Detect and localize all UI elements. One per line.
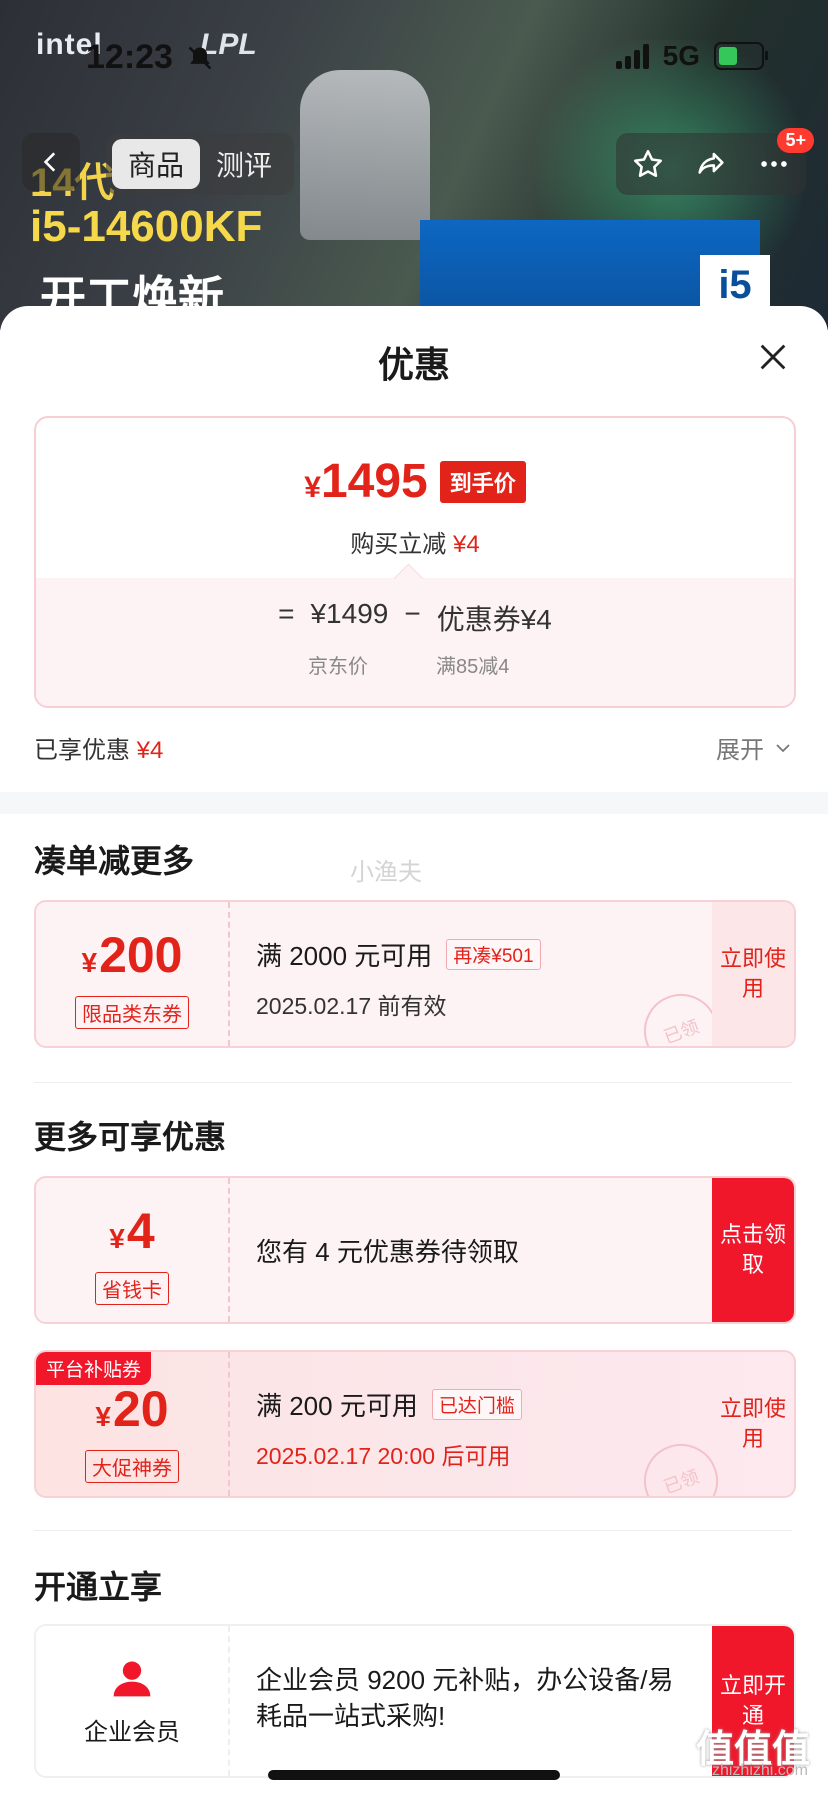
back-icon (43, 152, 56, 172)
discount-sheet: 优惠 ¥1495 到手价 购买立减 ¥4 = ¥1499 − 优惠券¥4 京东价… (0, 306, 828, 1796)
formula-minus: − (404, 598, 421, 629)
expand-button[interactable]: 展开 (716, 730, 792, 765)
coupon-amount: ¥200 (81, 927, 183, 983)
tab-product[interactable]: 商品 (112, 139, 201, 189)
status-indicators: 5G (615, 40, 768, 72)
instant-discount-amount: ¥4 (452, 531, 480, 558)
notification-badge: 5+ (777, 128, 814, 153)
enjoyed-label: 已享优惠 (34, 737, 130, 764)
instant-discount-label: 购买立减 (350, 531, 447, 558)
chevron-down-icon (776, 743, 790, 752)
currency-symbol: ¥ (304, 471, 321, 504)
coupon-condition: 满 2000 元可用 (256, 941, 433, 971)
coupon-pending-text: 您有 4 元优惠券待领取 (256, 1237, 519, 1267)
price-breakdown-card: ¥1495 到手价 购买立减 ¥4 = ¥1499 − 优惠券¥4 京东价 满8… (34, 416, 796, 708)
enjoyed-amount: ¥4 (136, 737, 164, 764)
nav-tabs: 商品 测评 (106, 133, 295, 195)
promo-model: i5-14600KF (30, 202, 263, 251)
platform-subsidy-tag: 平台补贴券 (36, 1352, 152, 1385)
final-price: ¥1495 (304, 454, 427, 509)
jd-price: ¥1499 (310, 598, 389, 629)
formula-equals: = (278, 598, 295, 629)
divider (34, 1530, 792, 1531)
site-url: zhizhizhi.com (711, 1762, 808, 1779)
final-price-value: 1495 (320, 455, 428, 508)
coupon-extra-tag: 已达门槛 (431, 1389, 522, 1420)
status-time: 12:23 (86, 38, 173, 76)
share-button[interactable] (689, 142, 733, 186)
coupon-kind: 限品类东券 (75, 996, 189, 1029)
final-price-tag: 到手价 (439, 460, 526, 503)
share-icon (698, 152, 724, 174)
coupon-kind: 大促神券 (85, 1450, 179, 1483)
close-icon[interactable] (756, 340, 790, 374)
coupon-condition: 满 200 元可用 (256, 1391, 418, 1421)
section-title-more: 凑单减更多 (34, 843, 195, 879)
coupon-kind: 省钱卡 (95, 1272, 169, 1305)
coupon-extra-tag: 再凑¥501 (446, 939, 541, 970)
coupon-amount: ¥20 (95, 1381, 169, 1437)
enjoyed-discount: 已享优惠 ¥4 (34, 730, 163, 765)
tab-review[interactable]: 测评 (200, 139, 288, 189)
favorite-button[interactable] (626, 142, 670, 186)
coupon-amount: ¥4 (109, 1203, 155, 1259)
home-indicator[interactable] (268, 1770, 560, 1780)
enterprise-member-card: 企业会员 企业会员 9200 元补贴，办公设备/易耗品一站式采购! 立即开通 (34, 1624, 796, 1778)
trophy-image (300, 70, 430, 240)
divider (34, 1082, 792, 1083)
coupon-platform-subsidy: 平台补贴券 ¥20 大促神券 满 200 元可用 已达门槛 2025.02.17… (34, 1350, 796, 1498)
network-type: 5G (662, 40, 700, 71)
battery-icon (714, 42, 768, 70)
section-title-open: 开通立享 (34, 1569, 163, 1605)
price-formula: = ¥1499 − 优惠券¥4 (36, 598, 794, 638)
jd-price-label: 京东价 (308, 656, 368, 678)
bell-slash-icon (188, 46, 212, 70)
member-description: 企业会员 9200 元补贴，办公设备/易耗品一站式采购! (256, 1665, 674, 1731)
sheet-title: 优惠 (377, 344, 450, 385)
coupon-validity: 2025.02.17 前有效 (256, 993, 447, 1019)
coupon-savings-card: ¥4 省钱卡 您有 4 元优惠券待领取 点击领取 (34, 1176, 796, 1324)
back-button[interactable] (22, 133, 80, 191)
watermark: 小渔夫 (350, 859, 422, 886)
coupon-jd-category: ¥200 限品类东券 满 2000 元可用 再凑¥501 2025.02.17 … (34, 900, 796, 1048)
coupon-validity: 2025.02.17 20:00 后可用 (256, 1443, 511, 1469)
expand-label: 展开 (716, 737, 764, 764)
claim-button[interactable]: 点击领取 (712, 1178, 794, 1322)
section-gap (0, 792, 828, 814)
use-now-button[interactable]: 立即使用 (712, 902, 794, 1046)
coupon-condition-label: 满85减4 (436, 656, 510, 678)
section-title-extra: 更多可享优惠 (34, 1119, 227, 1155)
coupon-deduction: 优惠券¥4 (436, 604, 552, 635)
user-icon (113, 1661, 151, 1697)
instant-discount: 购买立减 ¥4 (36, 524, 794, 559)
signal-icon (615, 43, 649, 69)
use-now-button[interactable]: 立即使用 (712, 1352, 794, 1496)
member-name: 企业会员 (84, 1719, 180, 1746)
star-icon (633, 149, 662, 178)
